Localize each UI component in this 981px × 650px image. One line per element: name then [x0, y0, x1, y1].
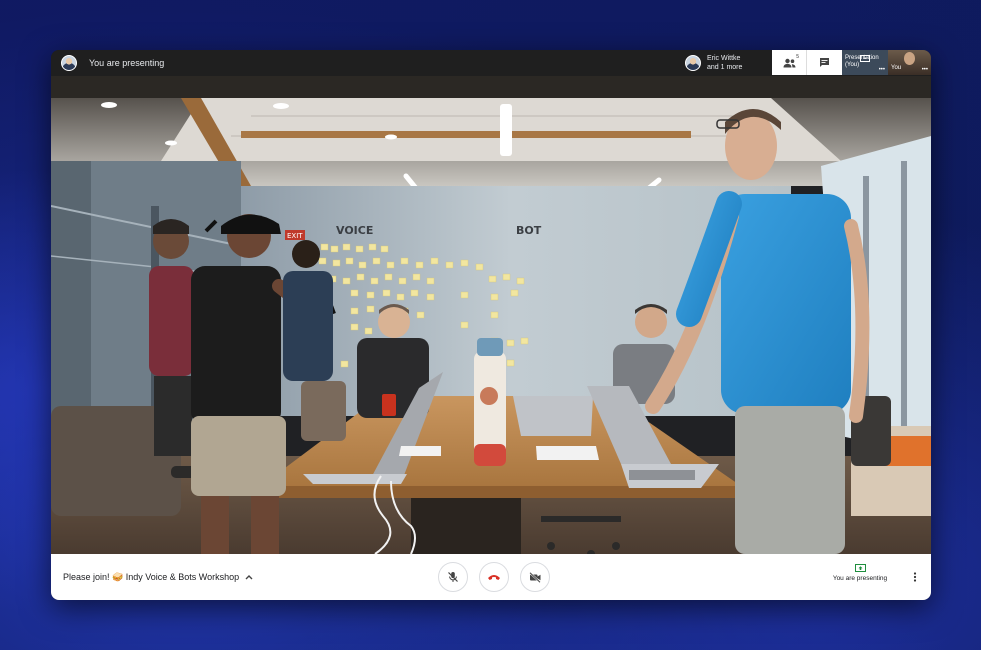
camera-off-icon [528, 571, 541, 583]
self-tile-label: You [891, 65, 902, 71]
presenting-status-text: You are presenting [832, 575, 888, 582]
presentation-tile-label: Presentation [845, 55, 879, 61]
presenting-status[interactable]: You are presenting [825, 564, 895, 582]
chevron-up-icon [245, 575, 253, 580]
wall-text-voice: VOICE [336, 224, 373, 237]
self-tile-more-dots[interactable]: ••• [922, 67, 928, 73]
conference-room-scene: VOICE BOT EXIT [51, 76, 931, 554]
presentation-tile-sublabel: (You) [845, 62, 860, 68]
hang-up-icon [488, 575, 500, 580]
end-call-button[interactable] [479, 562, 509, 592]
tile-more-dots[interactable]: ••• [879, 67, 885, 73]
mic-button[interactable] [438, 562, 468, 592]
avatar [61, 55, 77, 71]
presentation-tile[interactable]: Presentation (You) ••• [842, 50, 888, 75]
chat-icon [820, 58, 829, 67]
exit-sign: EXIT [287, 232, 303, 240]
wall-text-bot: BOT [516, 224, 542, 237]
chat-button[interactable] [807, 50, 842, 75]
video-feed: VOICE BOT EXIT [51, 76, 931, 554]
people-count-badge: 5 [796, 54, 799, 60]
people-icon [783, 58, 795, 67]
meeting-title: Please join! 🥪 Indy Voice & Bots Worksho… [63, 571, 240, 582]
more-vert-icon [913, 572, 917, 582]
meeting-details-toggle[interactable]: Please join! 🥪 Indy Voice & Bots Worksho… [63, 572, 253, 583]
mic-off-icon [448, 572, 458, 582]
top-actions: 5 [772, 50, 842, 75]
people-button[interactable]: 5 [772, 50, 807, 75]
participant-more: and 1 more [707, 64, 743, 71]
bottom-bar: Please join! 🥪 Indy Voice & Bots Worksho… [51, 554, 931, 600]
participant-tiles: Presentation (You) ••• You ••• [842, 50, 931, 75]
participants-summary[interactable]: Eric Wittke and 1 more [685, 54, 742, 72]
top-bar: You are presenting Eric Wittke and 1 mor… [51, 50, 931, 76]
call-controls [438, 562, 550, 592]
present-to-all-icon [854, 564, 866, 572]
more-options-button[interactable] [908, 570, 922, 584]
self-video-face [904, 52, 915, 65]
participant-avatar [685, 55, 701, 71]
presenting-label: You are presenting [89, 58, 165, 68]
meet-window: You are presenting Eric Wittke and 1 mor… [51, 50, 931, 600]
participant-name: Eric Wittke [707, 55, 741, 62]
self-video-tile[interactable]: You ••• [888, 50, 931, 75]
camera-button[interactable] [520, 562, 550, 592]
